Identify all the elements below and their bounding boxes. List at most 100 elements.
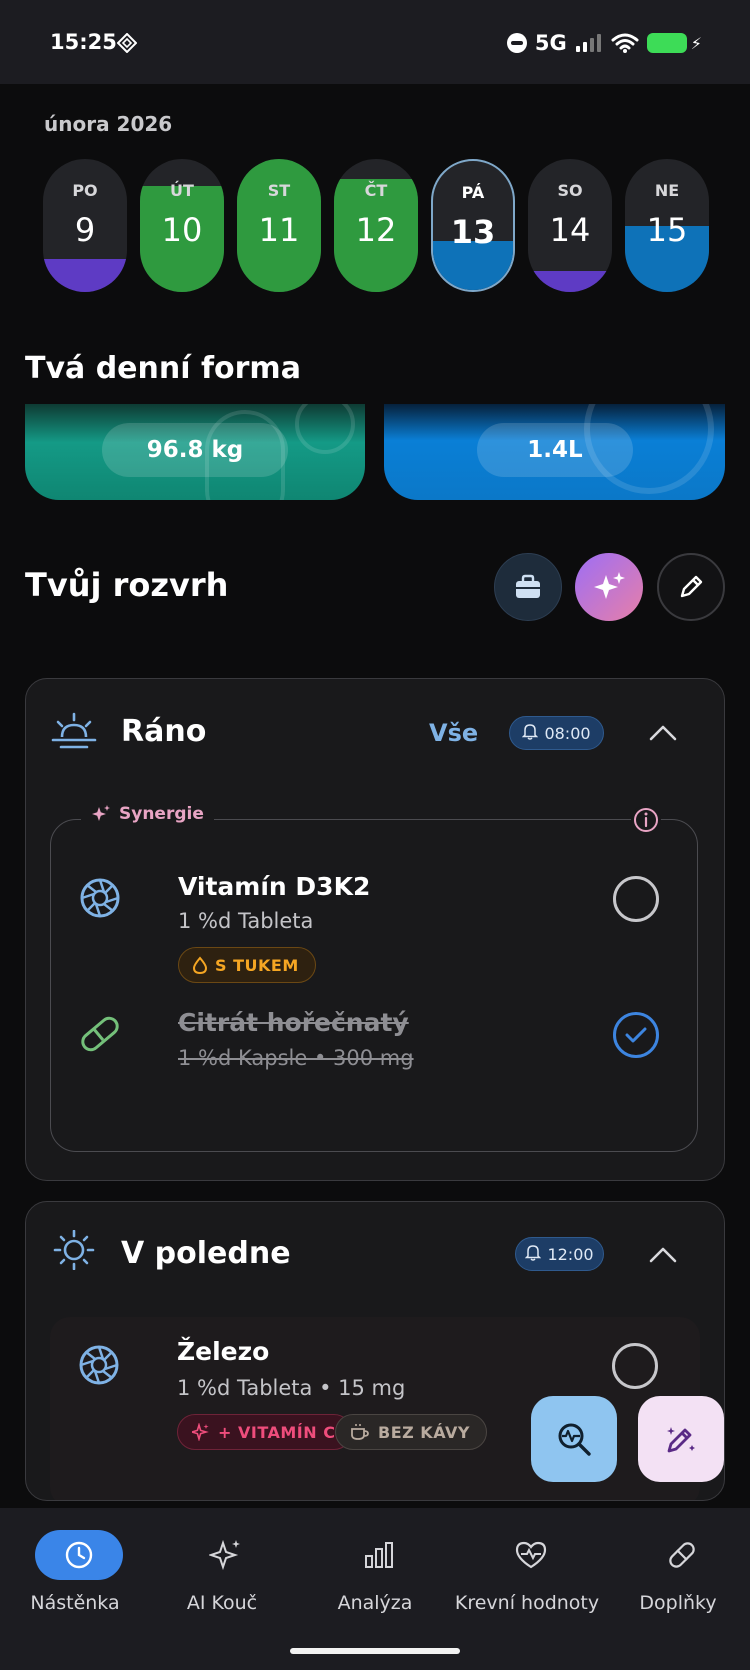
bottom-navigation: Nástěnka AI Kouč Analýza Krevní hodnoty … (0, 1508, 750, 1670)
tag-text: + VITAMÍN C (218, 1422, 336, 1442)
synergy-label: Synergie (81, 804, 214, 824)
supplement-name: Citrát hořečnatý (178, 1008, 409, 1037)
day-name: ST (267, 181, 291, 200)
nav-icon-wrap (335, 1530, 423, 1580)
nav-item-ai-coach[interactable]: AI Kouč (147, 1528, 297, 1628)
supplement-dose: 1 %d Tableta (178, 909, 314, 933)
status-icons: 5G ⚡ (506, 28, 702, 58)
day-name: SO (557, 181, 583, 200)
nav-icon-wrap (182, 1530, 270, 1580)
taken-checkbox[interactable] (613, 1012, 659, 1058)
wifi-icon (611, 33, 639, 53)
day-name: ČT (364, 181, 388, 200)
schedule-section-morning: Ráno Vše 08:00 Synergie Vitamín D3K2 1 %… (25, 678, 725, 1181)
reminder-time-chip[interactable]: 08:00 (509, 716, 604, 750)
search-pulse-icon (558, 1423, 591, 1456)
schedule-section-noon: V poledne 12:00 Železo 1 %d Tableta • 15… (25, 1201, 725, 1501)
supplement-bag-button[interactable] (494, 553, 562, 621)
coffee-cup-icon (351, 1424, 369, 1440)
daily-form-title: Tvá denní forma (25, 351, 301, 386)
day-pill-sat[interactable]: SO 14 (528, 159, 612, 292)
no-coffee-tag: BEZ KÁVY (335, 1414, 487, 1450)
do-not-disturb-icon (506, 33, 527, 53)
nav-label: Doplňky (639, 1592, 717, 1614)
bell-icon (525, 1244, 542, 1265)
signal-icon (575, 34, 601, 52)
take-checkbox[interactable] (613, 876, 659, 922)
day-number: 12 (355, 211, 397, 249)
supplement-name: Železo (177, 1337, 270, 1366)
tag-text: S TUKEM (215, 955, 299, 975)
tag-text: BEZ KÁVY (378, 1422, 470, 1442)
with-fat-tag: S TUKEM (178, 947, 316, 983)
synergy-group: Synergie Vitamín D3K2 1 %d Tableta S TUK… (50, 804, 698, 1152)
info-icon[interactable] (631, 805, 661, 835)
day-number: 13 (450, 213, 496, 251)
tablet-aperture-icon (79, 1345, 119, 1385)
take-checkbox[interactable] (612, 1343, 658, 1389)
water-card[interactable]: 1.4L (384, 404, 725, 500)
home-indicator[interactable] (290, 1648, 460, 1654)
vitamin-c-tag: + VITAMÍN C (177, 1414, 353, 1450)
day-number: 15 (646, 211, 688, 249)
pill-icon (669, 1542, 695, 1568)
sparkle-icon (209, 1539, 240, 1571)
ai-edit-fab-button[interactable] (638, 1396, 724, 1482)
tablet-aperture-icon (80, 878, 120, 918)
ai-schedule-button[interactable] (575, 553, 643, 621)
collapse-chevron-icon[interactable] (648, 723, 678, 743)
battery-charging-icon (646, 33, 687, 53)
reminder-time-chip[interactable]: 12:00 (515, 1237, 604, 1271)
edit-schedule-button[interactable] (657, 553, 725, 621)
water-value: 1.4L (477, 423, 633, 477)
day-pill-mon[interactable]: PO 9 (43, 159, 127, 292)
day-pill-tue[interactable]: ÚT 10 (140, 159, 224, 292)
month-label: února 2026 (44, 112, 173, 136)
nav-icon-wrap (638, 1530, 726, 1580)
supplement-dose: 1 %d Tableta • 15 mg (177, 1376, 406, 1400)
weight-value: 96.8 kg (102, 423, 288, 477)
supplement-name: Vitamín D3K2 (178, 872, 371, 901)
day-name: PO (72, 181, 98, 200)
day-name: PÁ (461, 183, 485, 202)
day-number: 10 (161, 211, 203, 249)
heart-pulse-icon (515, 1541, 547, 1569)
reminder-time: 08:00 (544, 723, 591, 743)
day-pill-fri[interactable]: PÁ 13 (431, 159, 515, 292)
status-bar: 15:25 5G ⚡ (0, 0, 750, 84)
section-title: Ráno (121, 714, 207, 749)
sunrise-icon (51, 712, 97, 749)
section-title: V poledne (121, 1236, 291, 1271)
pencil-icon (680, 575, 703, 598)
status-time: 15:25 (50, 30, 117, 54)
drop-decoration-icon (295, 404, 355, 454)
day-name: ÚT (170, 181, 194, 200)
analysis-fab-button[interactable] (531, 1396, 617, 1482)
clock-icon (65, 1541, 93, 1569)
day-pill-wed[interactable]: ST 11 (237, 159, 321, 292)
reminder-time: 12:00 (547, 1244, 594, 1264)
day-name: NE (654, 181, 680, 200)
diamond-icon (117, 33, 137, 53)
collapse-chevron-icon[interactable] (648, 1245, 678, 1265)
schedule-title: Tvůj rozvrh (25, 566, 229, 604)
day-number: 14 (549, 211, 591, 249)
nav-icon-wrap (35, 1530, 123, 1580)
sparkle-icon (92, 805, 110, 821)
sparkle-icon (192, 1423, 209, 1441)
network-label: 5G (534, 31, 567, 55)
nav-item-blood-values[interactable]: Krevní hodnoty (452, 1528, 602, 1628)
day-number: 9 (74, 211, 96, 249)
synergy-text: Synergie (119, 804, 204, 824)
weight-card[interactable]: 96.8 kg (25, 404, 365, 500)
supplement-dose: 1 %d Kapsle • 300 mg (178, 1046, 414, 1070)
sun-icon (53, 1230, 95, 1270)
magic-pencil-icon (667, 1427, 695, 1453)
nav-item-supplements[interactable]: Doplňky (603, 1528, 750, 1628)
day-pill-sun[interactable]: NE 15 (625, 159, 709, 292)
day-pill-thu[interactable]: ČT 12 (334, 159, 418, 292)
checkmark-icon (625, 1027, 647, 1043)
nav-item-analysis[interactable]: Analýza (300, 1528, 450, 1628)
mark-all-button[interactable]: Vše (429, 719, 478, 747)
ai-sparkle-icon (594, 572, 625, 599)
